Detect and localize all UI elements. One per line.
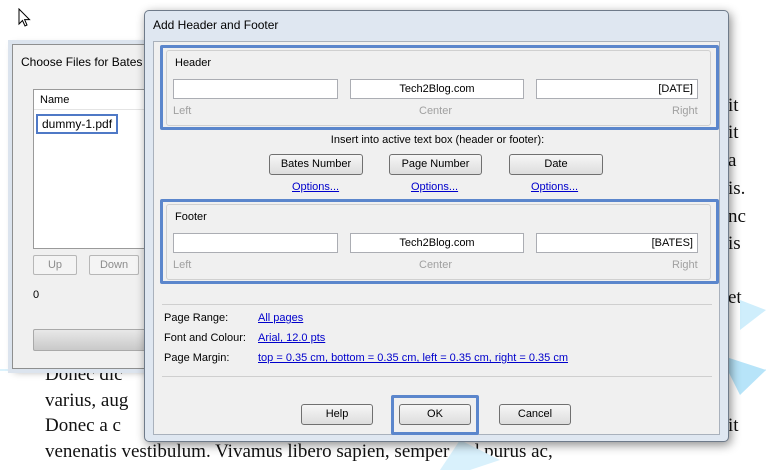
dialog-title: Add Header and Footer: [153, 18, 279, 32]
help-button[interactable]: Help: [301, 404, 373, 425]
file-list-header[interactable]: Name: [34, 90, 157, 110]
header-left-hint: Left: [173, 105, 192, 117]
page-margin-link[interactable]: top = 0.35 cm, bottom = 0.35 cm, left = …: [258, 352, 568, 364]
mouse-cursor-icon: [18, 8, 31, 27]
insert-label: Insert into active text box (header or f…: [330, 134, 545, 146]
choose-files-title: Choose Files for Bates I: [21, 55, 150, 69]
page-number-button[interactable]: Page Number: [389, 154, 482, 175]
ok-button[interactable]: OK: [399, 404, 471, 425]
choose-files-dialog: Choose Files for Bates I Name dummy-1.pd…: [12, 44, 163, 369]
font-colour-label: Font and Colour:: [164, 332, 246, 344]
footer-center-hint: Center: [419, 259, 453, 271]
separator: [162, 304, 712, 305]
page-options-link[interactable]: Options...: [411, 181, 458, 193]
file-item[interactable]: dummy-1.pdf: [36, 114, 119, 134]
bates-number-button[interactable]: Bates Number: [269, 154, 363, 175]
cancel-button[interactable]: Cancel: [499, 404, 571, 425]
date-options-link[interactable]: Options...: [531, 181, 578, 193]
bates-options-link[interactable]: Options...: [292, 181, 339, 193]
footer-left-hint: Left: [173, 259, 192, 271]
page-range-label: Page Range:: [164, 312, 229, 324]
footer-center-input[interactable]: Tech2Blog.com: [350, 233, 524, 253]
footer-label: Footer: [175, 211, 207, 223]
footer-left-input[interactable]: [173, 233, 338, 253]
header-right-hint: Right: [672, 105, 698, 117]
header-right-input[interactable]: [DATE]: [536, 79, 698, 99]
footer-group: Footer Tech2Blog.com [BATES] Left Center…: [166, 204, 711, 280]
date-button[interactable]: Date: [509, 154, 603, 175]
header-label: Header: [175, 57, 212, 69]
page-margin-label: Page Margin:: [164, 352, 230, 364]
font-colour-link[interactable]: Arial, 12.0 pts: [258, 332, 325, 344]
header-group: Header Tech2Blog.com [DATE] Left Center …: [166, 50, 711, 126]
file-list[interactable]: Name dummy-1.pdf: [33, 89, 158, 249]
page-range-link[interactable]: All pages: [258, 312, 303, 324]
footer-right-input[interactable]: [BATES]: [536, 233, 698, 253]
header-center-input[interactable]: Tech2Blog.com: [350, 79, 524, 99]
file-count: 0: [33, 289, 40, 301]
up-button[interactable]: Up: [33, 255, 77, 275]
header-left-input[interactable]: [173, 79, 338, 99]
down-button[interactable]: Down: [89, 255, 139, 275]
add-header-footer-dialog: Add Header and Footer Header Tech2Blog.c…: [144, 10, 729, 442]
header-center-hint: Center: [419, 105, 453, 117]
footer-right-hint: Right: [672, 259, 698, 271]
separator: [162, 376, 712, 377]
dialog-client: Header Tech2Blog.com [DATE] Left Center …: [153, 41, 720, 435]
